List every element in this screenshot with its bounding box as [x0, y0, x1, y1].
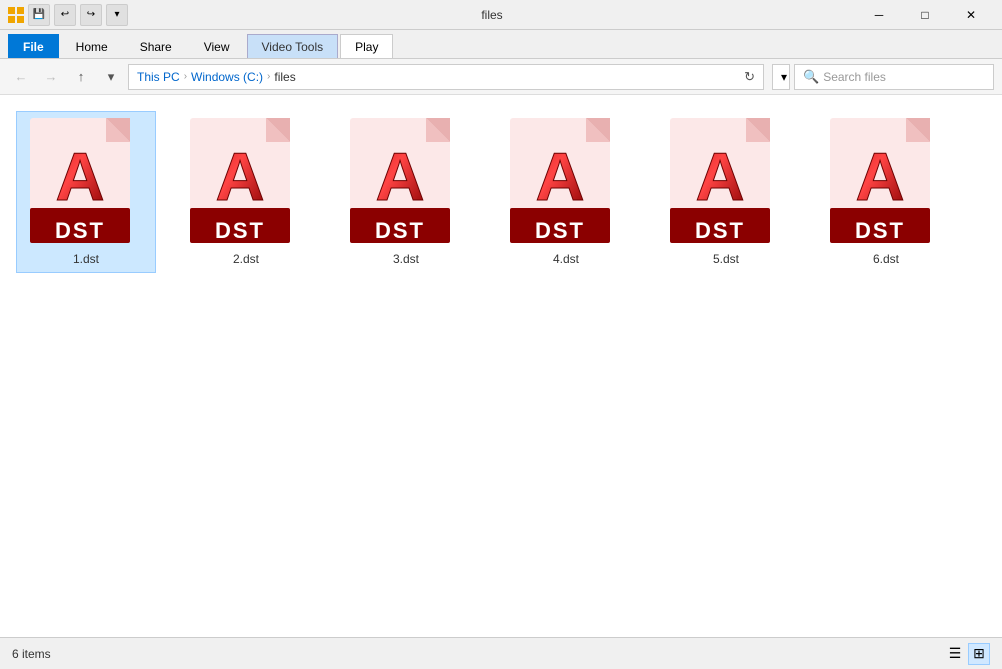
svg-text:DST: DST [855, 218, 905, 243]
title-controls: ─ □ ✕ [856, 0, 994, 30]
file-name: 2.dst [233, 252, 259, 266]
save-quick-btn[interactable]: 💾 [28, 4, 50, 26]
file-name: 3.dst [393, 252, 419, 266]
file-name: 4.dst [553, 252, 579, 266]
status-bar: 6 items ☰ ⊞ [0, 637, 1002, 669]
ribbon-tabs: File Home Share View Video Tools Play [0, 30, 1002, 58]
up-button[interactable]: ↑ [68, 64, 94, 90]
svg-text:A: A [215, 139, 264, 215]
more-quick-btn[interactable]: ▾ [106, 4, 128, 26]
maximize-button[interactable]: □ [902, 0, 948, 30]
address-refresh-btn[interactable]: ↻ [744, 69, 755, 85]
ribbon: File Home Share View Video Tools Play [0, 30, 1002, 59]
tab-play[interactable]: Play [340, 34, 393, 58]
svg-text:DST: DST [535, 218, 585, 243]
details-view-btn[interactable]: ☰ [944, 643, 966, 665]
back-button[interactable]: ← [8, 64, 34, 90]
view-buttons: ☰ ⊞ [944, 643, 990, 665]
svg-text:DST: DST [55, 218, 105, 243]
dst-file-icon: A DST [26, 118, 146, 248]
file-item[interactable]: A DST 4.dst [496, 111, 636, 273]
file-item[interactable]: A DST 2.dst [176, 111, 316, 273]
breadcrumb-thispc[interactable]: This PC [137, 70, 180, 84]
dst-file-icon: A DST [506, 118, 626, 248]
svg-text:A: A [855, 139, 904, 215]
svg-text:A: A [535, 139, 584, 215]
svg-text:A: A [55, 139, 104, 215]
undo-quick-btn[interactable]: ↩ [54, 4, 76, 26]
svg-text:A: A [695, 139, 744, 215]
app-icon [8, 7, 24, 23]
dst-file-icon: A DST [346, 118, 466, 248]
search-placeholder: Search files [823, 70, 886, 84]
window-title: files [128, 8, 856, 22]
tab-view[interactable]: View [189, 34, 245, 58]
tab-home[interactable]: Home [61, 34, 123, 58]
file-name: 6.dst [873, 252, 899, 266]
file-item[interactable]: A DST 3.dst [336, 111, 476, 273]
large-icons-view-btn[interactable]: ⊞ [968, 643, 990, 665]
recent-locations-button[interactable]: ▾ [98, 64, 124, 90]
title-bar: 💾 ↩ ↪ ▾ files ─ □ ✕ [0, 0, 1002, 30]
redo-quick-btn[interactable]: ↪ [80, 4, 102, 26]
tab-file[interactable]: File [8, 34, 59, 58]
address-bar[interactable]: This PC › Windows (C:) › files ↻ [128, 64, 764, 90]
content-area: A DST 1.dst A DST 2.dst [0, 95, 1002, 637]
dst-file-icon: A DST [186, 118, 306, 248]
item-count: 6 items [12, 647, 51, 661]
breadcrumb-files[interactable]: files [274, 70, 295, 84]
minimize-button[interactable]: ─ [856, 0, 902, 30]
file-item[interactable]: A DST 1.dst [16, 111, 156, 273]
dst-file-icon: A DST [826, 118, 946, 248]
breadcrumb-drive[interactable]: Windows (C:) [191, 70, 263, 84]
file-name: 5.dst [713, 252, 739, 266]
title-bar-left: 💾 ↩ ↪ ▾ [8, 4, 128, 26]
close-button[interactable]: ✕ [948, 0, 994, 30]
separator-2: › [267, 71, 270, 82]
dst-file-icon: A DST [666, 118, 786, 248]
toolbar-area: ← → ↑ ▾ This PC › Windows (C:) › files ↻… [0, 59, 1002, 95]
separator-1: › [184, 71, 187, 82]
svg-text:DST: DST [375, 218, 425, 243]
file-name: 1.dst [73, 252, 99, 266]
svg-text:DST: DST [695, 218, 745, 243]
tab-share[interactable]: Share [125, 34, 187, 58]
address-dropdown[interactable]: ▾ [772, 64, 790, 90]
tab-video-tools[interactable]: Video Tools [247, 34, 339, 58]
svg-text:DST: DST [215, 218, 265, 243]
forward-button[interactable]: → [38, 64, 64, 90]
search-icon: 🔍 [803, 69, 819, 85]
search-bar[interactable]: 🔍 Search files [794, 64, 994, 90]
svg-text:A: A [375, 139, 424, 215]
file-item[interactable]: A DST 5.dst [656, 111, 796, 273]
file-item[interactable]: A DST 6.dst [816, 111, 956, 273]
